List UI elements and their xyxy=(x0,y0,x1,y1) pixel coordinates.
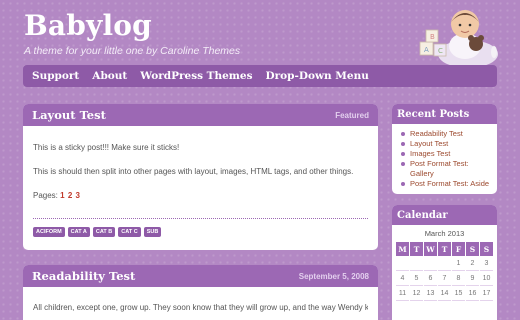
post-tags: ACIFORM CAT A CAT B CAT C SUB xyxy=(33,227,368,237)
post-header: Readability Test September 5, 2008 xyxy=(23,265,378,287)
post-divider xyxy=(33,218,368,219)
calendar-day xyxy=(410,257,423,271)
post-header: Layout Test Featured xyxy=(23,104,378,126)
site-title[interactable]: Babylog xyxy=(24,9,152,42)
post-layout-test: Layout Test Featured This is a sticky po… xyxy=(23,104,378,250)
weekday-header: T xyxy=(410,242,423,256)
post-excerpt: All children, except one, grow up. They … xyxy=(33,303,368,312)
calendar-day: 7 xyxy=(438,272,451,286)
calendar-day: 5 xyxy=(410,272,423,286)
post-title[interactable]: Readability Test xyxy=(32,269,135,283)
calendar-day xyxy=(438,257,451,271)
pages-label: Pages: xyxy=(33,191,58,200)
pagination: Pages: 1 2 3 xyxy=(33,190,368,201)
post-paragraph: This is should then split into other pag… xyxy=(33,167,354,176)
tag-link[interactable]: CAT A xyxy=(67,227,90,237)
calendar-widget: Calendar March 2013 M T W T F S S 1 2 3 xyxy=(392,205,497,320)
recent-post-link[interactable]: Images Test xyxy=(397,149,492,159)
nav-about[interactable]: About xyxy=(92,70,127,82)
calendar-day: 11 xyxy=(396,287,409,301)
calendar-day: 17 xyxy=(480,287,493,301)
calendar-day: 14 xyxy=(438,287,451,301)
weekday-header: M xyxy=(396,242,409,256)
tag-link[interactable]: ACIFORM xyxy=(33,227,65,237)
weekday-header: S xyxy=(480,242,493,256)
calendar-day: 16 xyxy=(466,287,479,301)
post-paragraph: This is a sticky post!!! Make sure it st… xyxy=(33,143,180,152)
site-description: A theme for your little one by Caroline … xyxy=(24,45,241,57)
calendar-day: 13 xyxy=(424,287,437,301)
svg-text:C: C xyxy=(438,47,443,55)
calendar-caption: March 2013 xyxy=(424,229,465,238)
post-readability-test: Readability Test September 5, 2008 All c… xyxy=(23,265,378,320)
calendar-day: 6 xyxy=(424,272,437,286)
recent-post-link[interactable]: Layout Test xyxy=(397,139,492,149)
nav-support[interactable]: Support xyxy=(32,70,79,82)
main-navigation: Support About WordPress Themes Drop-Down… xyxy=(23,65,497,87)
calendar-day: 4 xyxy=(396,272,409,286)
featured-label: Featured xyxy=(335,110,369,120)
widget-title: Recent Posts xyxy=(392,104,497,124)
calendar-day: 12 xyxy=(410,287,423,301)
calendar-day: 2 xyxy=(466,257,479,271)
weekday-header: S xyxy=(466,242,479,256)
recent-posts-widget: Recent Posts Readability Test Layout Tes… xyxy=(392,104,497,194)
svg-text:B: B xyxy=(430,33,435,41)
baby-mascot-icon: A B C xyxy=(419,10,498,68)
widget-title: Calendar xyxy=(392,205,497,225)
calendar-day: 1 xyxy=(452,257,465,271)
post-title[interactable]: Layout Test xyxy=(32,108,106,122)
calendar-day: 9 xyxy=(466,272,479,286)
calendar-day: 15 xyxy=(452,287,465,301)
calendar-day: 3 xyxy=(480,257,493,271)
tag-link[interactable]: SUB xyxy=(143,227,162,237)
tag-link[interactable]: CAT C xyxy=(118,227,141,237)
page-link-1[interactable]: 1 xyxy=(60,191,64,200)
weekday-header: T xyxy=(438,242,451,256)
post-date: September 5, 2008 xyxy=(298,271,369,281)
weekday-header: W xyxy=(424,242,437,256)
svg-text:A: A xyxy=(424,46,429,54)
calendar-day: 8 xyxy=(452,272,465,286)
tag-link[interactable]: CAT B xyxy=(92,227,116,237)
page-link-3[interactable]: 3 xyxy=(76,191,80,200)
recent-post-link[interactable]: Readability Test xyxy=(397,129,492,139)
calendar-day: 10 xyxy=(480,272,493,286)
recent-post-link[interactable]: Post Format Test: Aside xyxy=(397,179,492,189)
weekday-header: F xyxy=(452,242,465,256)
calendar-day xyxy=(396,257,409,271)
calendar-table: M T W T F S S 1 2 3 4 5 6 7 8 9 10 11 12… xyxy=(395,241,494,302)
calendar-day xyxy=(424,257,437,271)
nav-drop-down-menu[interactable]: Drop-Down Menu xyxy=(266,70,369,82)
nav-wordpress-themes[interactable]: WordPress Themes xyxy=(140,70,252,82)
recent-post-link[interactable]: Post Format Test: Gallery xyxy=(397,159,492,179)
page-link-2[interactable]: 2 xyxy=(68,191,72,200)
